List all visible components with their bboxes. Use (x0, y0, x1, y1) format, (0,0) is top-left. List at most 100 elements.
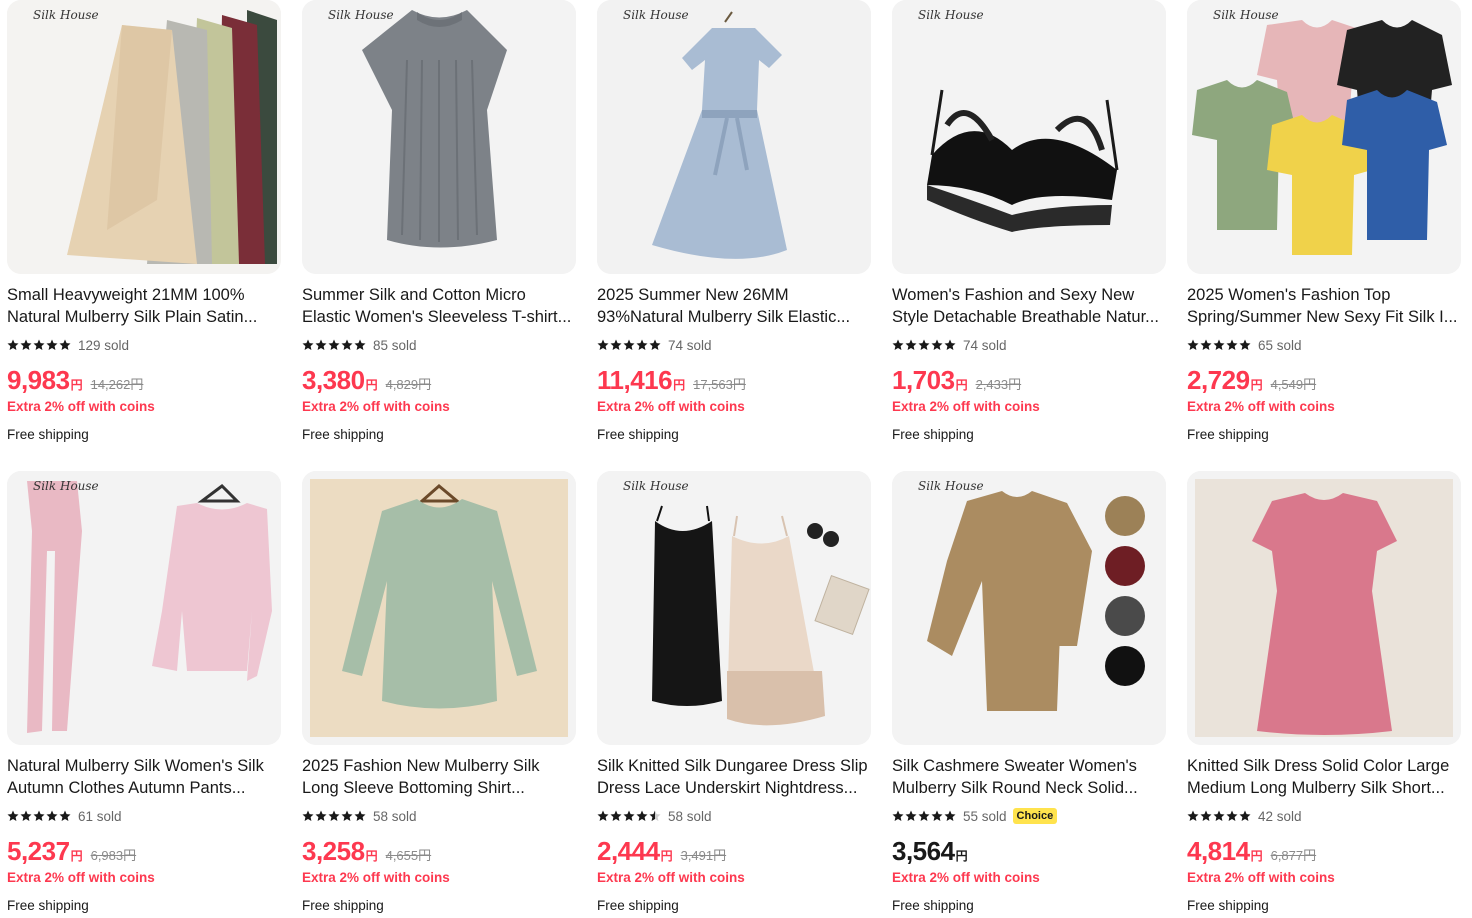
shipping-info: Free shipping (1187, 427, 1269, 442)
sold-count: 58 sold (668, 808, 712, 824)
sale-price: 3,564 (892, 836, 955, 866)
slip-dresses-image (7, 0, 281, 274)
price-row: 3,380 円 4,829円 (302, 365, 577, 395)
sold-count: 74 sold (668, 337, 712, 353)
star-icon (636, 339, 648, 350)
sale-price: 2,444 (597, 836, 660, 866)
brand-logo: Silk House (623, 479, 689, 493)
product-card[interactable]: Silk House 2025 Summer New 26MM 93%Natura… (597, 0, 872, 445)
product-title[interactable]: Silk Cashmere Sweater Women's Mulberry Si… (892, 756, 1167, 800)
star-rating (302, 339, 366, 351)
product-title[interactable]: Small Heavyweight 21MM 100% Natural Mulbe… (7, 285, 282, 329)
product-card[interactable]: Silk House 2025 Women's Fashion Top Sprin… (1187, 0, 1462, 445)
green-longsleeve-image (302, 471, 576, 745)
shipping-info: Free shipping (892, 898, 974, 913)
price-row: 11,416 円 17,563円 (597, 365, 872, 395)
product-image[interactable]: Silk House (597, 471, 871, 745)
product-card[interactable]: Silk House Natural Mulberry Silk Women's… (7, 471, 282, 916)
rating-row: 74 sold (597, 337, 872, 353)
sold-count: 85 sold (373, 337, 417, 353)
star-icon (931, 810, 943, 821)
currency-symbol: 円 (70, 849, 83, 863)
pink-set-image (7, 471, 281, 745)
star-icon (33, 810, 45, 821)
product-card[interactable]: 2025 Fashion New Mulberry Silk Long Sleev… (302, 471, 577, 916)
star-icon (46, 810, 58, 821)
product-title[interactable]: 2025 Summer New 26MM 93%Natural Mulberry … (597, 285, 872, 329)
star-icon (1239, 339, 1251, 350)
star-icon (354, 810, 366, 821)
product-image[interactable] (1187, 471, 1461, 745)
coins-discount: Extra 2% off with coins (892, 870, 1040, 885)
product-image[interactable]: Silk House (302, 0, 576, 274)
original-price: 4,655円 (385, 848, 432, 863)
sold-count: 74 sold (963, 337, 1007, 353)
star-rating (1187, 339, 1251, 351)
sold-count: 55 sold (963, 808, 1007, 824)
blue-dress-image (597, 0, 871, 274)
product-title[interactable]: 2025 Women's Fashion Top Spring/Summer Ne… (1187, 285, 1462, 329)
coins-discount: Extra 2% off with coins (597, 870, 745, 885)
star-icon (918, 810, 930, 821)
shipping-info: Free shipping (892, 427, 974, 442)
star-icon (1213, 810, 1225, 821)
product-image[interactable]: Silk House (7, 0, 281, 274)
currency-symbol: 円 (955, 849, 968, 863)
star-icon (1226, 810, 1238, 821)
tshirts-set-image (1187, 0, 1461, 274)
currency-symbol: 円 (673, 378, 686, 392)
cashmere-sweater-image (892, 471, 1166, 745)
star-icon (1200, 810, 1212, 821)
shipping-info: Free shipping (597, 427, 679, 442)
original-price: 2,433円 (975, 377, 1022, 392)
brand-logo: Silk House (623, 8, 689, 22)
product-card[interactable]: Silk House Women's Fashion and Sexy New S… (892, 0, 1167, 445)
star-icon (905, 810, 917, 821)
product-card[interactable]: Silk House Small Heavyweight 21MM 100% Na… (7, 0, 282, 445)
star-icon (623, 810, 635, 821)
star-rating (1187, 810, 1251, 822)
star-icon (341, 339, 353, 350)
star-icon (7, 810, 19, 821)
product-title[interactable]: Natural Mulberry Silk Women's Silk Autumn… (7, 756, 282, 800)
product-image[interactable]: Silk House (892, 0, 1166, 274)
slip-dresses-lace-image (597, 471, 871, 745)
original-price: 4,549円 (1270, 377, 1317, 392)
product-title[interactable]: Silk Knitted Silk Dungaree Dress Slip Dre… (597, 756, 872, 800)
star-icon (636, 810, 648, 821)
currency-symbol: 円 (660, 849, 673, 863)
brand-logo: Silk House (33, 479, 99, 493)
rating-row: 58 sold (597, 808, 872, 824)
star-icon (597, 810, 609, 821)
star-icon (1213, 339, 1225, 350)
product-card[interactable]: Silk House Silk Knitted Silk Dungaree Dr… (597, 471, 872, 916)
sale-price: 1,703 (892, 365, 955, 395)
product-title[interactable]: 2025 Fashion New Mulberry Silk Long Sleev… (302, 756, 577, 800)
product-title[interactable]: Women's Fashion and Sexy New Style Detach… (892, 285, 1167, 329)
star-icon (302, 810, 314, 821)
brand-logo: Silk House (918, 479, 984, 493)
star-icon (1187, 810, 1199, 821)
star-icon (1200, 339, 1212, 350)
product-image[interactable] (302, 471, 576, 745)
product-image[interactable]: Silk House (1187, 0, 1461, 274)
star-icon (1187, 339, 1199, 350)
product-image[interactable]: Silk House (892, 471, 1166, 745)
sold-count: 58 sold (373, 808, 417, 824)
product-title[interactable]: Knitted Silk Dress Solid Color Large Medi… (1187, 756, 1462, 800)
star-icon (597, 339, 609, 350)
star-icon (610, 810, 622, 821)
star-icon (315, 810, 327, 821)
product-image[interactable]: Silk House (597, 0, 871, 274)
shipping-info: Free shipping (302, 898, 384, 913)
star-icon (623, 339, 635, 350)
product-image[interactable]: Silk House (7, 471, 281, 745)
product-title[interactable]: Summer Silk and Cotton Micro Elastic Wome… (302, 285, 577, 329)
product-card[interactable]: Silk House Summer Silk and Cotton Micro E… (302, 0, 577, 445)
product-card[interactable]: Silk House Silk Cashmere Sweater Women's… (892, 471, 1167, 916)
sale-price: 4,814 (1187, 836, 1250, 866)
product-card[interactable]: Knitted Silk Dress Solid Color Large Medi… (1187, 471, 1462, 916)
coins-discount: Extra 2% off with coins (302, 399, 450, 414)
brand-logo: Silk House (328, 8, 394, 22)
sale-price: 3,258 (302, 836, 365, 866)
